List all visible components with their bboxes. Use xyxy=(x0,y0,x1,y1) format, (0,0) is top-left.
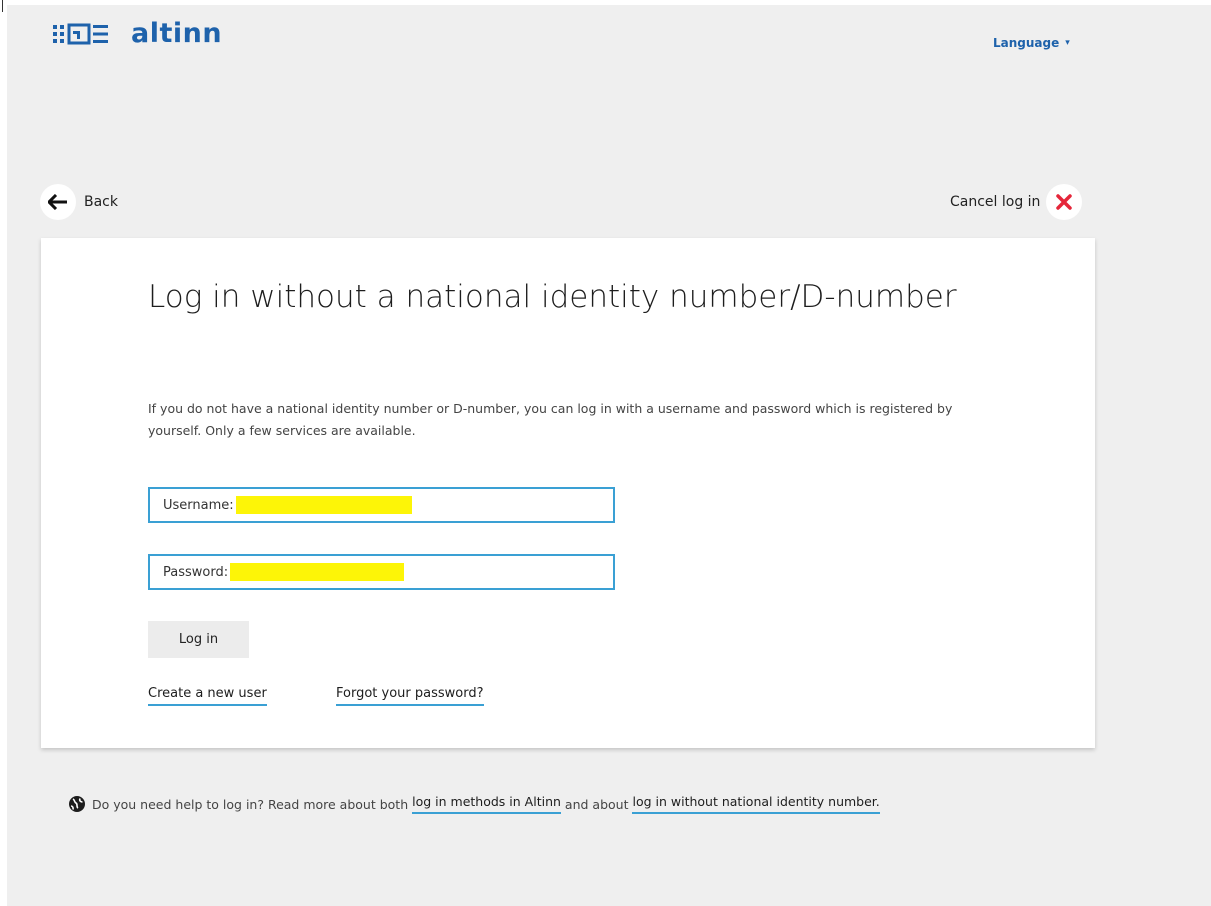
help-text: Do you need help to log in? Read more ab… xyxy=(68,794,884,814)
language-dropdown[interactable]: Language ▾ xyxy=(993,36,1070,50)
page-title: Log in without a national identity numbe… xyxy=(148,279,957,315)
page-frame-tick xyxy=(2,0,3,12)
intro-text: If you do not have a national identity n… xyxy=(148,401,953,438)
password-value-redacted xyxy=(230,563,405,581)
username-label: Username: xyxy=(163,497,234,513)
arrow-left-icon xyxy=(40,184,76,220)
forgot-password-link[interactable]: Forgot your password? xyxy=(336,686,484,706)
create-user-link[interactable]: Create a new user xyxy=(148,686,267,706)
cancel-login-label: Cancel log in xyxy=(950,194,1041,210)
password-label: Password: xyxy=(163,564,229,580)
login-without-id-link[interactable]: log in without national identity number. xyxy=(632,794,880,814)
login-button[interactable]: Log in xyxy=(148,621,249,658)
language-label: Language xyxy=(993,36,1060,50)
login-card: Log in without a national identity numbe… xyxy=(41,238,1095,748)
caret-down-icon: ▾ xyxy=(1065,38,1070,48)
page-frame-left xyxy=(0,0,7,906)
username-field[interactable]: Username: xyxy=(148,487,615,523)
cancel-login-button[interactable]: Cancel log in xyxy=(950,184,1083,220)
page-frame-top xyxy=(0,0,1211,5)
help-text-middle: and about xyxy=(564,796,629,812)
altinn-logo[interactable]: altinn xyxy=(53,18,222,49)
globe-icon xyxy=(68,795,86,813)
password-field[interactable]: Password: xyxy=(148,554,615,590)
close-icon xyxy=(1046,184,1083,220)
altinn-logo-icon xyxy=(53,22,123,46)
username-value-redacted xyxy=(235,496,412,514)
help-text-before: Do you need help to log in? Read more ab… xyxy=(92,796,409,812)
back-button[interactable]: Back xyxy=(40,184,118,220)
altinn-logo-text: altinn xyxy=(131,18,223,49)
login-methods-link[interactable]: log in methods in Altinn xyxy=(412,794,561,814)
back-label: Back xyxy=(84,194,118,210)
